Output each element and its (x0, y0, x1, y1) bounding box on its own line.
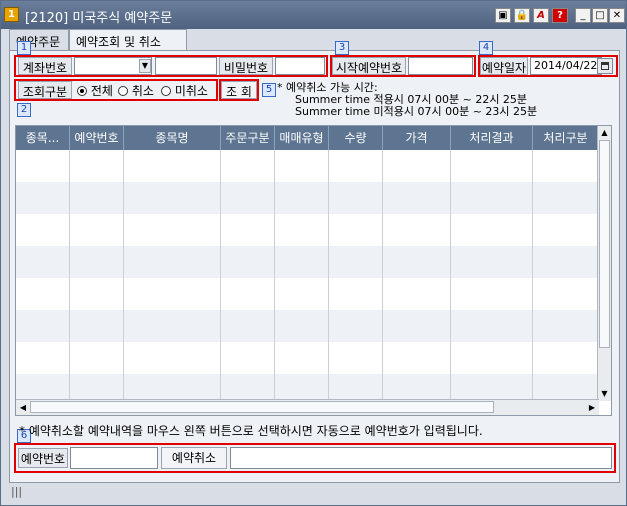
start-number-field[interactable] (408, 57, 473, 75)
lock-icon[interactable]: 🔒 (514, 8, 530, 23)
col-divider (532, 150, 533, 399)
col-divider (382, 150, 383, 399)
col-divider (123, 150, 124, 399)
cancel-number-label: 예약번호 (18, 448, 68, 468)
vertical-scroll-thumb[interactable] (599, 140, 610, 348)
col-header-price[interactable]: 가격 (383, 126, 451, 150)
cancel-button[interactable]: 예약취소 (161, 447, 227, 469)
marker-1: 1 (17, 41, 31, 55)
help-icon[interactable]: ? (552, 8, 568, 23)
reservation-table[interactable]: 종목... 예약번호 종목명 주문구분 매매유형 수량 가격 처리결과 처리구분… (15, 125, 612, 416)
start-number-label: 시작예약번호 (332, 57, 406, 75)
filter-label: 조회구분 (18, 81, 72, 99)
notice-summer-time-off: Summer time 미적용시 07시 00분 ~ 23시 25분 (295, 105, 538, 118)
radio-selected-icon (77, 86, 87, 96)
resize-grip-icon[interactable]: ||| (11, 485, 22, 498)
col-header-process-type[interactable]: 처리구분 (533, 126, 599, 150)
table-rows (16, 150, 599, 401)
query-button[interactable]: 조 회 (221, 81, 257, 99)
account-label: 계좌번호 (18, 57, 72, 75)
col-header-trade-type[interactable]: 매매유형 (275, 126, 329, 150)
selection-hint: * 예약취소할 예약내역을 마우스 왼쪽 버튼으로 선택하시면 자동으로 예약번… (19, 424, 483, 438)
title-bar: 1 [2120] 미국주식 예약주문 ▣ 🔒 A ? _ □ ✕ (1, 1, 626, 29)
main-window: 1 [2120] 미국주식 예약주문 ▣ 🔒 A ? _ □ ✕ 예약주문 예약… (0, 0, 627, 506)
col-header-stock-name[interactable]: 종목명 (124, 126, 221, 150)
col-divider (69, 150, 70, 399)
col-header-result[interactable]: 처리결과 (451, 126, 533, 150)
cancel-number-field[interactable] (70, 447, 158, 469)
col-divider (328, 150, 329, 399)
marker-4: 4 (479, 41, 493, 55)
marker-2: 2 (17, 103, 31, 117)
radio-icon (161, 86, 171, 96)
date-field[interactable]: 2014/04/22 (530, 57, 602, 75)
filter-radio-cancelled[interactable]: 취소 (118, 82, 154, 99)
marker-3: 3 (335, 41, 349, 55)
filter-all-label: 전체 (90, 84, 113, 98)
password-label: 비밀번호 (219, 57, 273, 75)
marker-5: 5 (262, 83, 276, 97)
vertical-scrollbar[interactable]: ▲ ▼ (597, 126, 611, 401)
account-name-field[interactable] (155, 57, 217, 75)
filter-radio-all[interactable]: 전체 (77, 82, 113, 99)
date-label: 예약일자 (480, 57, 528, 75)
filter-not-cancelled-label: 미취소 (174, 84, 208, 98)
screen-icon[interactable]: ▣ (495, 8, 511, 23)
chevron-down-icon[interactable]: ▼ (139, 59, 151, 73)
scroll-up-icon[interactable]: ▲ (598, 126, 611, 140)
scroll-down-icon[interactable]: ▼ (598, 387, 611, 401)
close-button[interactable]: ✕ (609, 8, 625, 23)
filter-cancelled-label: 취소 (131, 84, 154, 98)
scroll-left-icon[interactable]: ◀ (16, 400, 30, 415)
col-header-code[interactable]: 종목... (16, 126, 70, 150)
app-icon: 1 (4, 7, 19, 22)
password-field[interactable] (275, 57, 325, 75)
cancel-message-field (230, 447, 612, 469)
col-divider (450, 150, 451, 399)
col-header-order-type[interactable]: 주문구분 (221, 126, 275, 150)
window-title: [2120] 미국주식 예약주문 (25, 11, 173, 26)
minimize-button[interactable]: _ (575, 8, 591, 23)
radio-icon (118, 86, 128, 96)
col-divider (274, 150, 275, 399)
text-icon[interactable]: A (533, 8, 549, 23)
tab-reservation-query-cancel[interactable]: 예약조회 및 취소 (69, 29, 187, 51)
col-header-reservation-no[interactable]: 예약번호 (70, 126, 124, 150)
calendar-icon[interactable] (597, 58, 613, 74)
col-divider (220, 150, 221, 399)
status-bar: ||| (9, 483, 620, 503)
horizontal-scroll-thumb[interactable] (30, 401, 494, 413)
col-header-quantity[interactable]: 수량 (329, 126, 383, 150)
maximize-button[interactable]: □ (592, 8, 608, 23)
scroll-right-icon[interactable]: ▶ (585, 400, 599, 415)
horizontal-scrollbar[interactable]: ◀ ▶ (16, 399, 599, 415)
filter-radio-not-cancelled[interactable]: 미취소 (161, 82, 208, 99)
